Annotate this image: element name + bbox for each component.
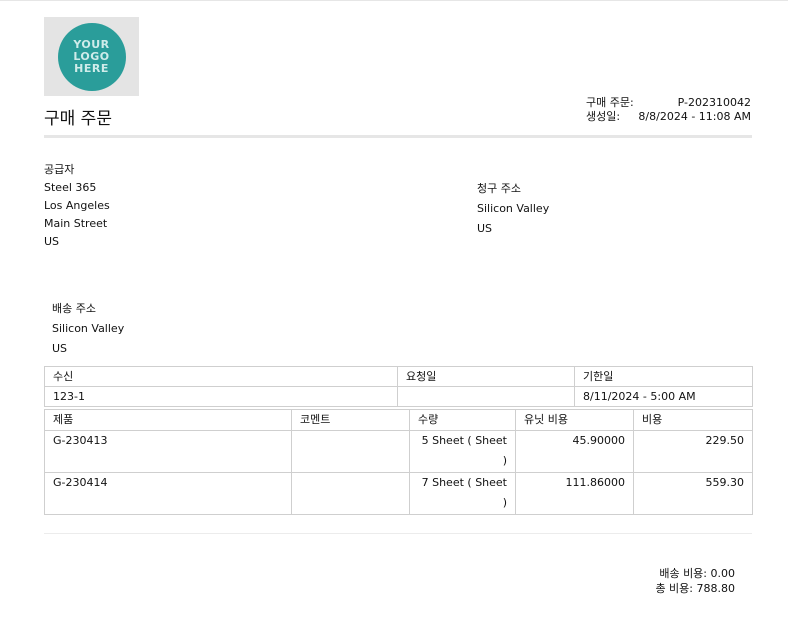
cost-cell: 559.30 <box>633 472 753 515</box>
unit-cost-cell: 111.86000 <box>515 472 634 515</box>
created-date-value: 8/8/2024 - 11:08 AM <box>638 110 751 123</box>
product-cell: G-230413 <box>44 430 292 473</box>
logo-text: YOUR LOGO HERE <box>73 37 110 75</box>
po-number-label: 구매 주문: <box>586 96 634 109</box>
cost-cell: 229.50 <box>633 430 753 473</box>
quantity-header: 수량 <box>409 409 516 431</box>
meta-values: P-202310042 8/8/2024 - 11:08 AM <box>638 96 751 124</box>
table-row: G-230414 7 Sheet ( Sheet ) 111.86000 559… <box>44 472 753 515</box>
logo-circle: YOUR LOGO HERE <box>57 22 126 91</box>
shipping-line: Silicon Valley <box>52 322 125 335</box>
created-date-label: 생성일: <box>586 110 621 123</box>
header-divider <box>44 135 752 138</box>
quantity-cell: 5 Sheet ( Sheet ) <box>409 430 516 473</box>
supplier-line: Los Angeles <box>44 199 110 212</box>
table-row: 123-1 8/11/2024 - 5:00 AM <box>44 386 753 407</box>
table-row: G-230413 5 Sheet ( Sheet ) 45.90000 229.… <box>44 430 753 473</box>
billing-line: US <box>477 222 493 235</box>
total-cost: 총 비용: 788.80 <box>655 582 735 595</box>
comment-cell <box>291 430 410 473</box>
supplier-line: Steel 365 <box>44 181 97 194</box>
footer-divider <box>44 533 752 534</box>
order-info-table: 수신 요청일 기한일 123-1 8/11/2024 - 5:00 AM <box>44 366 753 407</box>
unit-cost-header: 유닛 비용 <box>515 409 634 431</box>
due-date-header: 기한일 <box>574 366 753 387</box>
product-cell: G-230414 <box>44 472 292 515</box>
due-date-value: 8/11/2024 - 5:00 AM <box>574 386 753 407</box>
page-title: 구매 주문 <box>44 109 112 129</box>
billing-line: Silicon Valley <box>477 202 550 215</box>
billing-address-block: 청구 주소 Silicon Valley US <box>477 179 549 239</box>
shipping-heading: 배송 주소 <box>52 302 96 315</box>
po-number-value: P-202310042 <box>677 96 751 109</box>
recipient-header: 수신 <box>44 366 398 387</box>
company-logo: YOUR LOGO HERE <box>44 17 139 96</box>
supplier-line: Main Street <box>44 217 108 230</box>
requested-date-value <box>397 386 575 407</box>
requested-date-header: 요청일 <box>397 366 575 387</box>
quantity-cell: 7 Sheet ( Sheet ) <box>409 472 516 515</box>
cost-header: 비용 <box>633 409 753 431</box>
shipping-line: US <box>52 342 68 355</box>
comment-cell <box>291 472 410 515</box>
billing-heading: 청구 주소 <box>477 182 521 195</box>
items-table: 제품 코멘트 수량 유닛 비용 비용 G-230413 5 Sheet ( Sh… <box>44 409 753 515</box>
shipping-address-block: 배송 주소 Silicon Valley US <box>52 299 124 359</box>
top-divider <box>0 0 788 1</box>
supplier-heading: 공급자 <box>44 163 75 176</box>
shipping-cost: 배송 비용: 0.00 <box>659 567 735 580</box>
meta-labels: 구매 주문: 생성일: <box>586 96 634 124</box>
comment-header: 코멘트 <box>291 409 410 431</box>
supplier-block: 공급자 Steel 365 Los Angeles Main Street US <box>44 161 110 251</box>
recipient-value: 123-1 <box>44 386 398 407</box>
product-header: 제품 <box>44 409 292 431</box>
table-header-row: 수신 요청일 기한일 <box>44 366 753 387</box>
unit-cost-cell: 45.90000 <box>515 430 634 473</box>
table-header-row: 제품 코멘트 수량 유닛 비용 비용 <box>44 409 753 431</box>
supplier-line: US <box>44 235 60 248</box>
totals-block: 배송 비용: 0.00 총 비용: 788.80 <box>655 566 735 596</box>
